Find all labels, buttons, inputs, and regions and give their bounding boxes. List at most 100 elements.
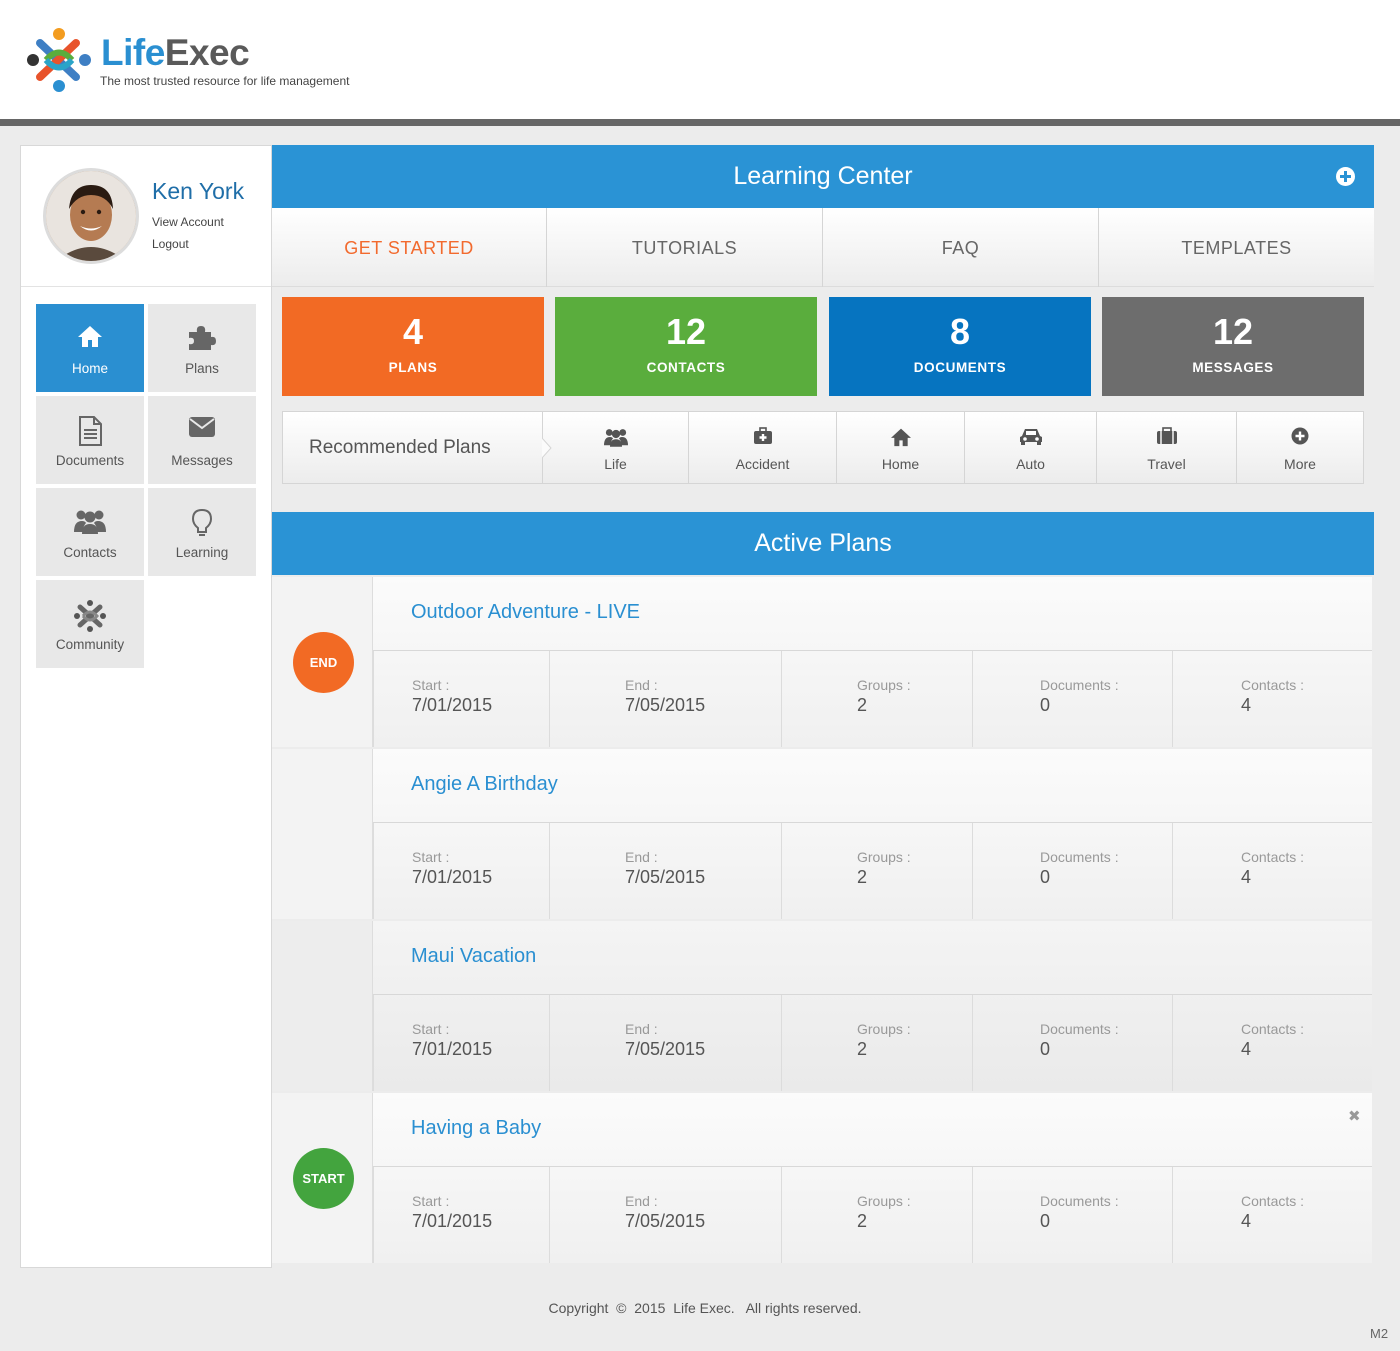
plan-documents-value: 0 bbox=[1040, 867, 1051, 887]
view-account-link[interactable]: View Account bbox=[152, 215, 224, 229]
sidebar-item-documents[interactable]: Documents bbox=[36, 396, 144, 484]
plan-name[interactable]: Angie A Birthday bbox=[411, 773, 558, 796]
rec-plan-label: More bbox=[1284, 456, 1316, 472]
plan-contacts-label: Contacts : bbox=[1241, 677, 1305, 693]
footer-copyright: Copyright © 2015 Life Exec. All rights r… bbox=[548, 1300, 862, 1316]
brand-name: LifeExec bbox=[101, 32, 250, 73]
plan-groups-value: 2 bbox=[857, 1039, 868, 1059]
rec-plan-more[interactable]: More bbox=[1236, 412, 1363, 484]
learning-center-tabs: GET STARTED TUTORIALS FAQ TEMPLATES bbox=[272, 208, 1374, 287]
plan-end: End : 7/05/2015 bbox=[549, 995, 781, 1091]
plan-name[interactable]: Maui Vacation bbox=[411, 945, 536, 968]
lifeexec-logo[interactable] bbox=[26, 27, 92, 93]
lightbulb-icon bbox=[148, 508, 256, 536]
plan-groups: Groups : 2 bbox=[781, 995, 972, 1091]
plan-start: Start : 7/01/2015 bbox=[373, 995, 549, 1091]
plan-contacts-label: Contacts : bbox=[1241, 1021, 1305, 1037]
community-icon bbox=[36, 600, 144, 632]
plan-start-value: 7/01/2015 bbox=[412, 1211, 493, 1231]
users-icon bbox=[36, 508, 144, 534]
stat-label: CONTACTS bbox=[646, 360, 726, 375]
user-name: Ken York bbox=[152, 178, 245, 204]
plan-contacts: Contacts : 4 bbox=[1172, 995, 1372, 1091]
rec-plan-home[interactable]: Home bbox=[836, 412, 964, 484]
plan-status-badge[interactable]: END bbox=[293, 632, 354, 693]
plan-row: END Outdoor Adventure - LIVE Start : 7/0… bbox=[272, 577, 1372, 747]
tab-templates[interactable]: TEMPLATES bbox=[1099, 208, 1374, 287]
tab-faq[interactable]: FAQ bbox=[823, 208, 1099, 287]
plan-name[interactable]: Outdoor Adventure - LIVE bbox=[411, 601, 640, 624]
sidebar-item-label: Documents bbox=[55, 453, 125, 468]
sidebar-item-plans[interactable]: Plans bbox=[148, 304, 256, 392]
rec-plan-accident[interactable]: Accident bbox=[688, 412, 836, 484]
plan-contacts-value: 4 bbox=[1241, 1211, 1252, 1231]
plan-start-label: Start : bbox=[412, 849, 450, 865]
plan-end-label: End : bbox=[625, 1021, 658, 1037]
top-header: LifeExec The most trusted resource for l… bbox=[0, 0, 1400, 119]
sidebar-item-label: Learning bbox=[175, 545, 229, 560]
add-plus-icon[interactable] bbox=[1336, 167, 1355, 186]
plan-contacts: Contacts : 4 bbox=[1172, 823, 1372, 919]
plan-contacts-value: 4 bbox=[1241, 1039, 1252, 1059]
stat-label: MESSAGES bbox=[1192, 360, 1274, 375]
sidebar-item-label: Messages bbox=[171, 453, 233, 468]
learning-center-title: Learning Center bbox=[733, 162, 913, 190]
stat-plans[interactable]: 4 PLANS bbox=[282, 297, 544, 396]
plan-start-value: 7/01/2015 bbox=[412, 1039, 493, 1059]
plan-groups: Groups : 2 bbox=[781, 651, 972, 747]
plan-documents-value: 0 bbox=[1040, 1039, 1051, 1059]
learning-center-header: Learning Center bbox=[272, 145, 1374, 208]
plan-documents: Documents : 0 bbox=[972, 1167, 1172, 1263]
plan-start-value: 7/01/2015 bbox=[412, 695, 493, 715]
recommended-plans-bar: Recommended Plans Life Accident Home Aut… bbox=[282, 411, 1364, 484]
rec-plan-life[interactable]: Life bbox=[543, 412, 688, 484]
stat-contacts[interactable]: 12 CONTACTS bbox=[555, 297, 817, 396]
plan-documents-label: Documents : bbox=[1040, 1021, 1119, 1037]
header-divider-bar bbox=[0, 119, 1400, 126]
tab-tutorials[interactable]: TUTORIALS bbox=[547, 208, 823, 287]
recommended-plans-title: Recommended Plans bbox=[309, 437, 491, 458]
stat-messages[interactable]: 12 MESSAGES bbox=[1102, 297, 1364, 396]
stat-label: DOCUMENTS bbox=[913, 360, 1007, 375]
rec-plan-label: Accident bbox=[735, 456, 790, 472]
plan-end-label: End : bbox=[625, 1193, 658, 1209]
plan-end-label: End : bbox=[625, 849, 658, 865]
plan-start-label: Start : bbox=[412, 1021, 450, 1037]
plan-documents-label: Documents : bbox=[1040, 1193, 1119, 1209]
stat-value: 4 bbox=[402, 311, 424, 352]
plan-contacts: Contacts : 4 bbox=[1172, 1167, 1372, 1263]
plan-groups-label: Groups : bbox=[857, 1021, 911, 1037]
close-icon[interactable]: ✖ bbox=[1348, 1107, 1361, 1125]
plan-end: End : 7/05/2015 bbox=[549, 823, 781, 919]
stat-documents[interactable]: 8 DOCUMENTS bbox=[829, 297, 1091, 396]
sidebar-item-learning[interactable]: Learning bbox=[148, 488, 256, 576]
sidebar-item-label: Home bbox=[71, 361, 108, 376]
plan-documents: Documents : 0 bbox=[972, 823, 1172, 919]
sidebar-item-messages[interactable]: Messages bbox=[148, 396, 256, 484]
plan-status-badge[interactable]: START bbox=[293, 1148, 354, 1209]
sidebar-item-community[interactable]: Community bbox=[36, 580, 144, 668]
sidebar-item-label: Contacts bbox=[63, 545, 117, 560]
envelope-icon bbox=[148, 416, 256, 442]
rec-plan-travel[interactable]: Travel bbox=[1096, 412, 1236, 484]
sidebar-item-home[interactable]: Home bbox=[36, 304, 144, 392]
plan-contacts-label: Contacts : bbox=[1241, 849, 1305, 865]
active-plans-header: Active Plans bbox=[272, 512, 1374, 575]
plan-start-value: 7/01/2015 bbox=[412, 867, 493, 887]
plan-row: Maui Vacation Start : 7/01/2015 End : 7/… bbox=[272, 921, 1372, 1091]
plan-row: START Having a Baby ✖ Start : 7/01/2015 … bbox=[272, 1093, 1372, 1263]
plan-groups-label: Groups : bbox=[857, 677, 911, 693]
plan-contacts-value: 4 bbox=[1241, 867, 1252, 887]
brand-name-exec: Exec bbox=[164, 32, 250, 73]
plan-contacts: Contacts : 4 bbox=[1172, 651, 1372, 747]
sidebar-item-contacts[interactable]: Contacts bbox=[36, 488, 144, 576]
sidebar: Ken York View Account Logout Home Plans … bbox=[20, 145, 272, 1268]
plan-start-label: Start : bbox=[412, 677, 450, 693]
rec-plan-auto[interactable]: Auto bbox=[964, 412, 1096, 484]
plan-documents: Documents : 0 bbox=[972, 995, 1172, 1091]
tab-get-started[interactable]: GET STARTED bbox=[272, 208, 547, 287]
plan-name[interactable]: Having a Baby bbox=[411, 1117, 541, 1140]
logout-link[interactable]: Logout bbox=[152, 237, 189, 251]
rec-plan-label: Travel bbox=[1147, 456, 1186, 472]
avatar[interactable] bbox=[43, 168, 139, 264]
